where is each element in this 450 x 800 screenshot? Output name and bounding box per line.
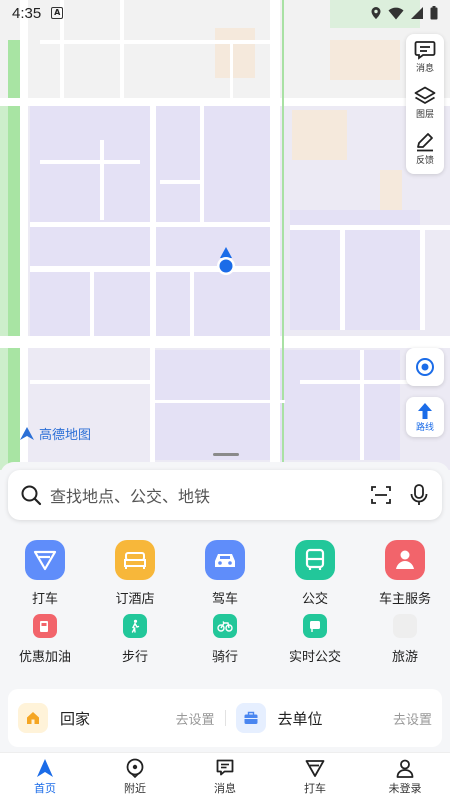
microphone-icon xyxy=(410,484,428,505)
tab-messages[interactable]: 消息 xyxy=(180,753,270,800)
search-bar[interactable]: 查找地点、公交、地铁 xyxy=(8,470,442,520)
layers-tool-label: 图层 xyxy=(415,110,434,120)
service-travel[interactable]: 旅游 xyxy=(360,614,450,665)
tab-label: 首页 xyxy=(34,781,56,795)
hotel-bed-icon xyxy=(115,540,155,580)
walk-icon xyxy=(123,614,147,638)
service-label: 优惠加油 xyxy=(18,650,71,665)
map-canvas xyxy=(0,0,450,470)
service-bike[interactable]: 骑行 xyxy=(180,614,270,665)
status-bar: 4:35 A xyxy=(0,0,450,26)
bottom-sheet: 查找地点、公交、地铁 打车 订酒店 驾车 公交 车主服务 优惠加油 步行 骑行 … xyxy=(0,453,450,752)
layers-tool-button[interactable]: 图层 xyxy=(406,80,444,126)
tab-label: 消息 xyxy=(214,781,236,795)
service-label: 订酒店 xyxy=(115,592,155,607)
sheet-drag-handle[interactable] xyxy=(213,453,239,456)
voice-search-button[interactable] xyxy=(408,483,430,507)
route-arrow-icon xyxy=(418,402,432,419)
service-label: 车主服务 xyxy=(378,592,431,607)
feedback-tool-label: 反馈 xyxy=(415,156,434,166)
search-input[interactable]: 查找地点、公交、地铁 xyxy=(50,483,362,507)
service-car-owner[interactable]: 车主服务 xyxy=(360,540,450,607)
sim-icon: A xyxy=(51,7,64,19)
battery-icon xyxy=(430,6,438,20)
home-icon xyxy=(18,703,48,733)
service-walk[interactable]: 步行 xyxy=(90,614,180,665)
scan-button[interactable] xyxy=(370,484,392,506)
scan-icon xyxy=(371,486,391,504)
tab-taxi[interactable]: 打车 xyxy=(270,753,360,800)
message-icon xyxy=(414,41,436,60)
main-services-grid: 打车 订酒店 驾车 公交 车主服务 xyxy=(0,540,450,607)
wifi-icon xyxy=(388,7,404,20)
bus-icon xyxy=(295,540,335,580)
locate-me-button[interactable] xyxy=(406,348,444,386)
search-icon xyxy=(21,485,42,506)
navigation-arrow-icon xyxy=(37,758,53,777)
bottom-tab-bar: 首页 附近 消息 打车 未登录 xyxy=(0,752,450,800)
work-label: 去单位 xyxy=(277,709,323,728)
home-shortcut[interactable]: 回家 去设置 xyxy=(8,689,225,747)
service-label: 旅游 xyxy=(391,650,418,665)
fuel-icon xyxy=(33,614,57,638)
service-label: 驾车 xyxy=(211,592,238,607)
work-setup-link[interactable]: 去设置 xyxy=(393,709,432,728)
home-label: 回家 xyxy=(60,709,91,728)
service-drive[interactable]: 驾车 xyxy=(180,540,270,607)
service-hotel[interactable]: 订酒店 xyxy=(90,540,180,607)
user-icon xyxy=(396,759,414,778)
taxi-icon xyxy=(305,759,325,777)
tab-nearby[interactable]: 附近 xyxy=(90,753,180,800)
quick-places-card: 回家 去设置 去单位 去设置 xyxy=(8,689,442,747)
work-shortcut[interactable]: 去单位 去设置 xyxy=(226,689,443,747)
map-view[interactable] xyxy=(0,0,450,470)
amap-logo-icon xyxy=(20,426,34,440)
service-label: 实时公交 xyxy=(288,650,341,665)
message-icon xyxy=(216,759,234,775)
tab-label: 未登录 xyxy=(388,781,422,795)
amap-logo-text: 高德地图 xyxy=(39,428,92,443)
service-label: 公交 xyxy=(301,592,328,607)
pencil-icon xyxy=(417,133,433,152)
layers-icon xyxy=(414,86,436,104)
service-label: 步行 xyxy=(121,650,148,665)
amap-logo: 高德地图 xyxy=(18,424,91,443)
briefcase-icon xyxy=(235,703,266,733)
status-time: 4:35 xyxy=(12,4,42,22)
taxi-icon xyxy=(25,540,65,580)
feedback-tool-button[interactable]: 反馈 xyxy=(406,126,444,172)
secondary-services-grid: 优惠加油 步行 骑行 实时公交 旅游 xyxy=(0,614,450,665)
tab-label: 打车 xyxy=(304,781,326,795)
signal-icon xyxy=(411,7,423,19)
tab-label: 附近 xyxy=(124,781,146,795)
map-toolbar: 消息 图层 反馈 xyxy=(406,34,444,174)
car-owner-icon xyxy=(385,540,425,580)
service-bus[interactable]: 公交 xyxy=(270,540,360,607)
home-setup-link[interactable]: 去设置 xyxy=(175,709,214,728)
service-fuel[interactable]: 优惠加油 xyxy=(0,614,90,665)
nearby-pin-icon xyxy=(126,758,144,778)
tab-profile[interactable]: 未登录 xyxy=(360,753,450,800)
bicycle-icon xyxy=(213,614,237,638)
messages-tool-button[interactable]: 消息 xyxy=(406,34,444,80)
service-realtime-bus[interactable]: 实时公交 xyxy=(270,614,360,665)
service-label: 打车 xyxy=(31,592,58,607)
location-status-icon xyxy=(371,7,381,19)
car-icon xyxy=(205,540,245,580)
route-button-label: 路线 xyxy=(415,422,434,433)
realtime-bus-icon xyxy=(303,614,327,638)
tab-home[interactable]: 首页 xyxy=(0,753,90,800)
route-button[interactable]: 路线 xyxy=(406,397,444,437)
messages-tool-label: 消息 xyxy=(415,64,434,74)
locate-icon xyxy=(416,358,434,376)
travel-icon xyxy=(393,614,417,638)
service-taxi[interactable]: 打车 xyxy=(0,540,90,607)
service-label: 骑行 xyxy=(211,650,238,665)
